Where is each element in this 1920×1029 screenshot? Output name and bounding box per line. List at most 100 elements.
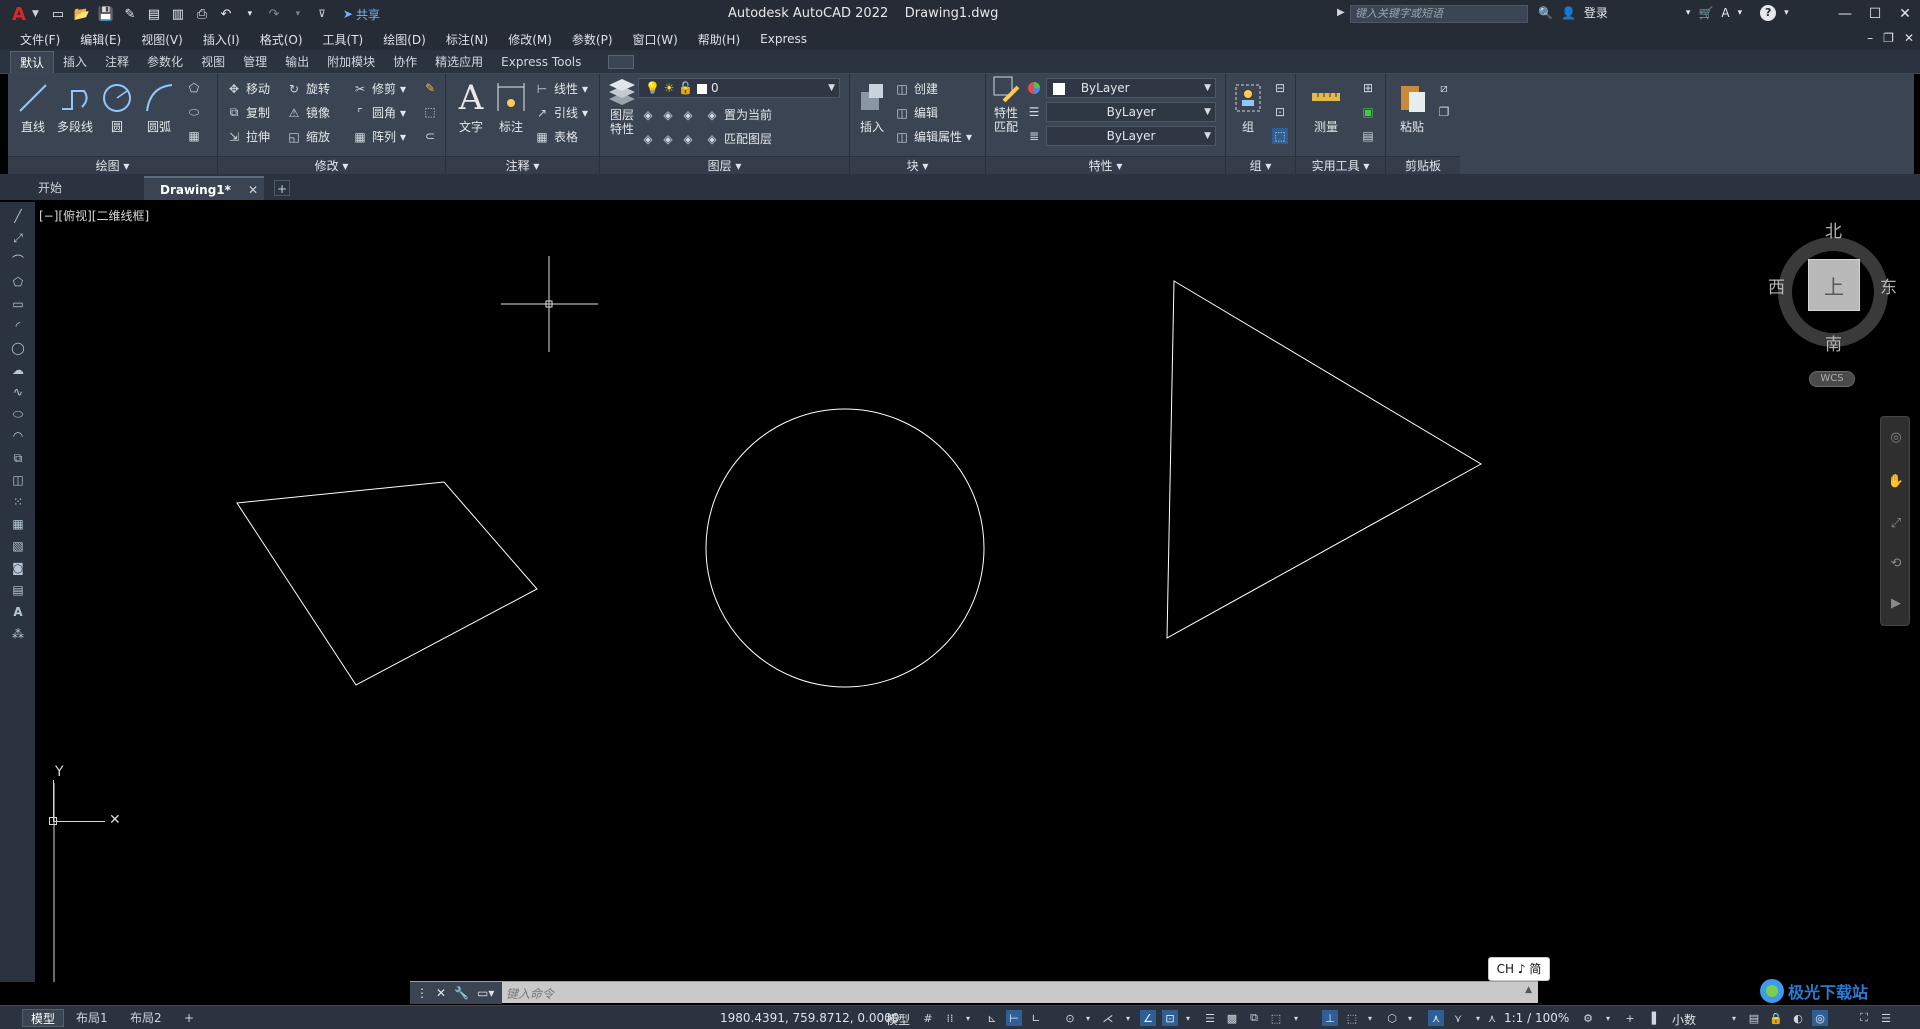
app-dropdown-icon[interactable]: ▾ bbox=[1738, 8, 1743, 18]
lt-insert-block-icon[interactable]: ⧉ bbox=[10, 450, 26, 466]
viewcube[interactable]: 上 北 南 东 西 bbox=[1768, 222, 1898, 365]
layer-isolate-icon[interactable]: ◈ bbox=[660, 107, 676, 123]
color-wheel-icon[interactable] bbox=[1026, 80, 1042, 96]
panel-properties-title[interactable]: 特性 ▾ bbox=[986, 156, 1225, 174]
showmotion-icon[interactable]: ▶ bbox=[1888, 595, 1904, 611]
3d-osnap-dropdown-icon[interactable]: ▾ bbox=[1288, 1010, 1304, 1026]
panel-annotation-title[interactable]: 注释 ▾ bbox=[446, 156, 599, 174]
close-icon[interactable]: ✕ bbox=[1890, 0, 1920, 28]
panel-draw-title[interactable]: 绘图 ▾ bbox=[8, 156, 217, 174]
move-button[interactable]: ✥ 移动 bbox=[226, 80, 270, 97]
lt-rectangle-icon[interactable]: ▭ bbox=[10, 296, 26, 312]
cut-icon[interactable]: ⧄ bbox=[1436, 80, 1452, 96]
lt-ellipse-icon[interactable]: ⬭ bbox=[10, 406, 26, 422]
maximize-icon[interactable]: ☐ bbox=[1860, 0, 1890, 28]
object-snap-dropdown-icon[interactable]: ▾ bbox=[1180, 1010, 1196, 1026]
selection-filter-dropdown-icon[interactable]: ▾ bbox=[1362, 1010, 1378, 1026]
workspace-dropdown-icon[interactable]: ▾ bbox=[1600, 1010, 1616, 1026]
tab-collaborate[interactable]: 协作 bbox=[384, 51, 426, 73]
lt-region-icon[interactable]: ◙ bbox=[10, 560, 26, 576]
compass-east[interactable]: 东 bbox=[1880, 273, 1897, 298]
text-button[interactable]: A 文字 bbox=[450, 78, 492, 135]
viewcube-top-face[interactable]: 上 bbox=[1808, 259, 1860, 311]
panel-block-title[interactable]: 块 ▾ bbox=[850, 156, 985, 174]
add-layout-button[interactable]: + bbox=[176, 1009, 202, 1027]
hardware-acceleration-icon[interactable]: ◎ bbox=[1812, 1010, 1828, 1026]
linetype-dropdown[interactable]: ByLayer ▼ bbox=[1046, 102, 1216, 122]
menu-edit[interactable]: 编辑(E) bbox=[80, 31, 121, 48]
autocad-logo-icon[interactable]: A bbox=[8, 3, 30, 25]
menu-file[interactable]: 文件(F) bbox=[20, 31, 60, 48]
drawing-minimize-icon[interactable]: – bbox=[1867, 31, 1873, 45]
pan-icon[interactable]: ✋ bbox=[1888, 473, 1904, 489]
menu-dimension[interactable]: 标注(N) bbox=[446, 31, 488, 48]
arc-button[interactable]: 圆弧 bbox=[138, 78, 180, 135]
login-button[interactable]: 登录 bbox=[1584, 4, 1608, 21]
command-close-icon[interactable]: ✕ bbox=[436, 986, 446, 1000]
login-dropdown-icon[interactable]: ▾ bbox=[1686, 8, 1691, 18]
ungroup-icon[interactable]: ⊟ bbox=[1272, 80, 1288, 96]
tab-insert[interactable]: 插入 bbox=[54, 51, 96, 73]
redo-dropdown-icon[interactable]: ▾ bbox=[289, 5, 307, 23]
isolate-objects-icon[interactable]: ◐ bbox=[1790, 1010, 1806, 1026]
lt-mtext-icon[interactable]: A bbox=[10, 604, 26, 620]
lt-hatch-icon[interactable]: ▦ bbox=[10, 516, 26, 532]
units-selector[interactable]: 小数 bbox=[1672, 1011, 1696, 1028]
cart-icon[interactable]: 🛒 bbox=[1698, 6, 1713, 20]
grid-icon[interactable]: # bbox=[920, 1010, 936, 1026]
group-edit-icon[interactable]: ⊡ bbox=[1272, 104, 1288, 120]
tab-view[interactable]: 视图 bbox=[192, 51, 234, 73]
layout-tab-model[interactable]: 模型 bbox=[22, 1009, 65, 1027]
menu-tools[interactable]: 工具(T) bbox=[323, 31, 364, 48]
layer-thaw-icon[interactable]: ◈ bbox=[680, 131, 696, 147]
dynamic-input-icon[interactable]: ⊢ bbox=[1006, 1010, 1022, 1026]
copy-button[interactable]: ⧉ 复制 bbox=[226, 104, 270, 121]
close-tab-icon[interactable]: ✕ bbox=[248, 178, 258, 202]
erase-icon[interactable]: ✎ bbox=[422, 80, 438, 96]
wcs-menu-button[interactable]: WCS bbox=[1809, 371, 1855, 387]
quadrilateral-shape[interactable] bbox=[236, 481, 538, 686]
orbit-icon[interactable]: ⟲ bbox=[1888, 555, 1904, 571]
lt-point-icon[interactable]: ⁙ bbox=[10, 494, 26, 510]
table-button[interactable]: ▦ 表格 bbox=[534, 128, 578, 145]
line-button[interactable]: 直线 bbox=[12, 78, 54, 135]
copy-clip-icon[interactable]: ❐ bbox=[1436, 104, 1452, 120]
snap-mode-icon[interactable]: ⁞⁞ bbox=[942, 1010, 958, 1026]
trim-button[interactable]: ✂ 修剪 ▾ bbox=[352, 80, 406, 97]
paste-button[interactable]: 粘贴 bbox=[1392, 78, 1432, 135]
dynamic-ucs-icon[interactable]: ⊥ bbox=[1322, 1010, 1338, 1026]
layer-on-icon[interactable]: ◈ bbox=[640, 131, 656, 147]
layer-dropdown[interactable]: 💡 ☀ 🔓 0 ▼ bbox=[638, 78, 840, 98]
lt-polygon-icon[interactable]: ⬠ bbox=[10, 274, 26, 290]
user-icon[interactable]: 👤 bbox=[1561, 6, 1576, 20]
gizmo-dropdown-icon[interactable]: ▾ bbox=[1402, 1010, 1418, 1026]
new-file-icon[interactable]: ▭ bbox=[49, 5, 67, 23]
clean-screen-icon[interactable]: ⛶ bbox=[1856, 1010, 1872, 1026]
plot-icon[interactable]: ⎙ bbox=[193, 5, 211, 23]
isodraft-icon[interactable]: ⋌ bbox=[1100, 1010, 1116, 1026]
save-icon[interactable]: 💾 bbox=[97, 5, 115, 23]
lt-make-block-icon[interactable]: ◫ bbox=[10, 472, 26, 488]
help-icon[interactable]: ? bbox=[1760, 4, 1777, 21]
insert-block-button[interactable]: 插入 bbox=[854, 78, 890, 135]
selection-cycling-icon[interactable]: ⧉ bbox=[1246, 1010, 1262, 1026]
tab-parametric[interactable]: 参数化 bbox=[138, 51, 192, 73]
compass-north[interactable]: 北 bbox=[1825, 217, 1842, 242]
tab-addins[interactable]: 附加模块 bbox=[318, 51, 384, 73]
annotation-autoscale-icon[interactable]: ⋎ bbox=[1450, 1010, 1466, 1026]
command-recent-icon[interactable]: ▭▾ bbox=[477, 986, 494, 1000]
circle-shape[interactable] bbox=[705, 408, 985, 688]
tab-default[interactable]: 默认 bbox=[10, 51, 55, 73]
help-dropdown-icon[interactable]: ▾ bbox=[1784, 8, 1789, 18]
match-layer-button[interactable]: 匹配图层 bbox=[724, 130, 772, 147]
triangle-shape[interactable] bbox=[1166, 280, 1483, 639]
annotation-visibility-icon[interactable]: ⋏ bbox=[1428, 1010, 1444, 1026]
polar-dropdown-icon[interactable]: ▾ bbox=[1080, 1010, 1096, 1026]
save-as-icon[interactable]: ✎ bbox=[121, 5, 139, 23]
group-select-icon[interactable]: ⬚ bbox=[1272, 128, 1288, 144]
command-grip-icon[interactable]: ⋮ bbox=[416, 986, 428, 1000]
undo-icon[interactable]: ↶ bbox=[217, 5, 235, 23]
isodraft-dropdown-icon[interactable]: ▾ bbox=[1120, 1010, 1136, 1026]
lt-arc-icon[interactable]: ◜ bbox=[10, 318, 26, 334]
annotation-scale-icon[interactable]: ⋏ bbox=[1484, 1010, 1500, 1026]
